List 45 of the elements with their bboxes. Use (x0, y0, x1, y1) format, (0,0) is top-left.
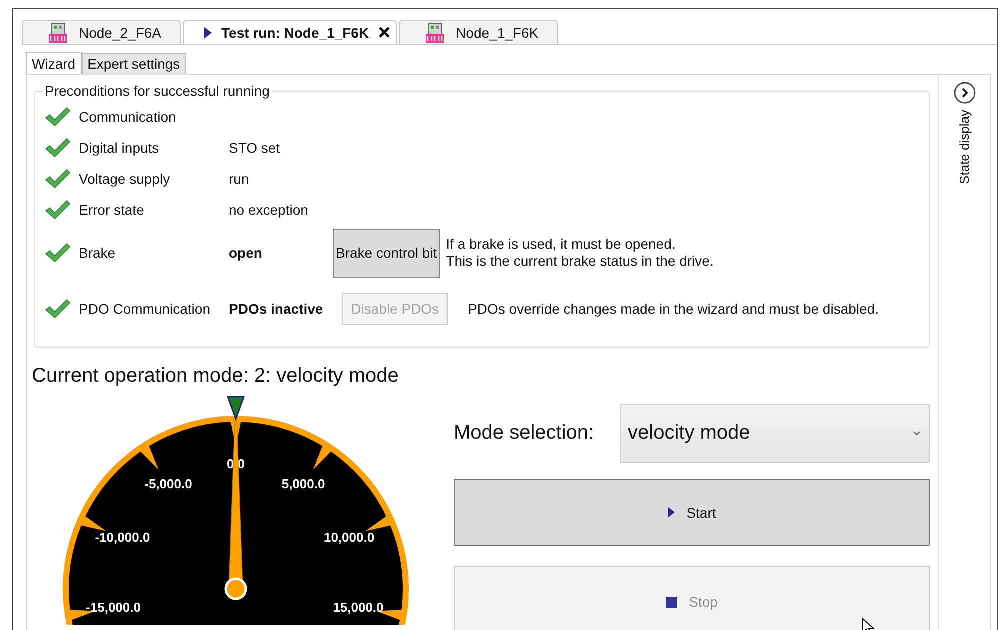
close-icon[interactable] (379, 27, 390, 38)
gauge-scale-label: -10,000.0 (95, 530, 150, 545)
action-button[interactable]: Brake control bit (333, 228, 440, 278)
condition-value: open (229, 245, 264, 261)
gauge-scale-label: 10,000.0 (324, 530, 375, 545)
tab[interactable]: Expert settings (82, 53, 186, 74)
expand-icon[interactable] (954, 82, 976, 104)
hint-text: If a brake is used, it must be opened. This is the current brake status in the drive. (446, 236, 714, 270)
condition-value: no exception (229, 202, 310, 218)
group-title: Preconditions for successful running (44, 83, 271, 99)
condition-label: Error state (79, 202, 146, 218)
gauge-scale-label: -15,000.0 (86, 600, 141, 615)
state-display-label[interactable]: State display (957, 110, 972, 184)
gauge-tick (366, 516, 392, 532)
gauge-scale-label: -5,000.0 (144, 476, 192, 492)
document-tab[interactable]: Node_1_F6K (399, 20, 558, 44)
gauge-scale-label: 5,000.0 (282, 476, 326, 492)
stop-icon (666, 596, 678, 608)
hint-text: PDOs override changes made in the wizard and must be disabled. (468, 300, 879, 318)
condition-label: Digital inputs (79, 140, 160, 156)
operation-mode-title: Current operation mode: 2: velocity mode (32, 365, 400, 389)
condition-value: run (229, 170, 250, 186)
condition-value: STO set (229, 140, 282, 156)
condition-label: PDO Communication (79, 301, 212, 317)
condition-label: Voltage supply (79, 170, 172, 186)
gauge-scale-label: 15,000.0 (333, 600, 384, 615)
document-tab[interactable]: Node_2_F6A (22, 20, 181, 44)
play-icon (204, 26, 212, 38)
run-button[interactable]: Start (454, 479, 930, 546)
mode-dropdown[interactable]: velocity mode (620, 404, 930, 463)
tab-label: Test run: Node_1_F6K (222, 24, 370, 40)
gauge-tick (140, 445, 159, 470)
condition-value: PDOs inactive (229, 301, 324, 317)
gauge-tick (313, 445, 332, 470)
condition-label: Communication (79, 108, 178, 124)
play-icon (668, 507, 675, 518)
chevron-down-icon (913, 431, 921, 436)
mode-selection-label: Mode selection: (454, 422, 594, 445)
marker-icon (226, 396, 246, 422)
tab-label: Node_1_F6K (456, 24, 539, 40)
tab[interactable]: Wizard (26, 52, 82, 74)
gauge-tick (80, 516, 106, 532)
tab-label: Node_2_F6A (79, 24, 162, 40)
document-tab[interactable]: Test run: Node_1_F6K (182, 20, 398, 44)
condition-label: Brake (79, 245, 117, 261)
